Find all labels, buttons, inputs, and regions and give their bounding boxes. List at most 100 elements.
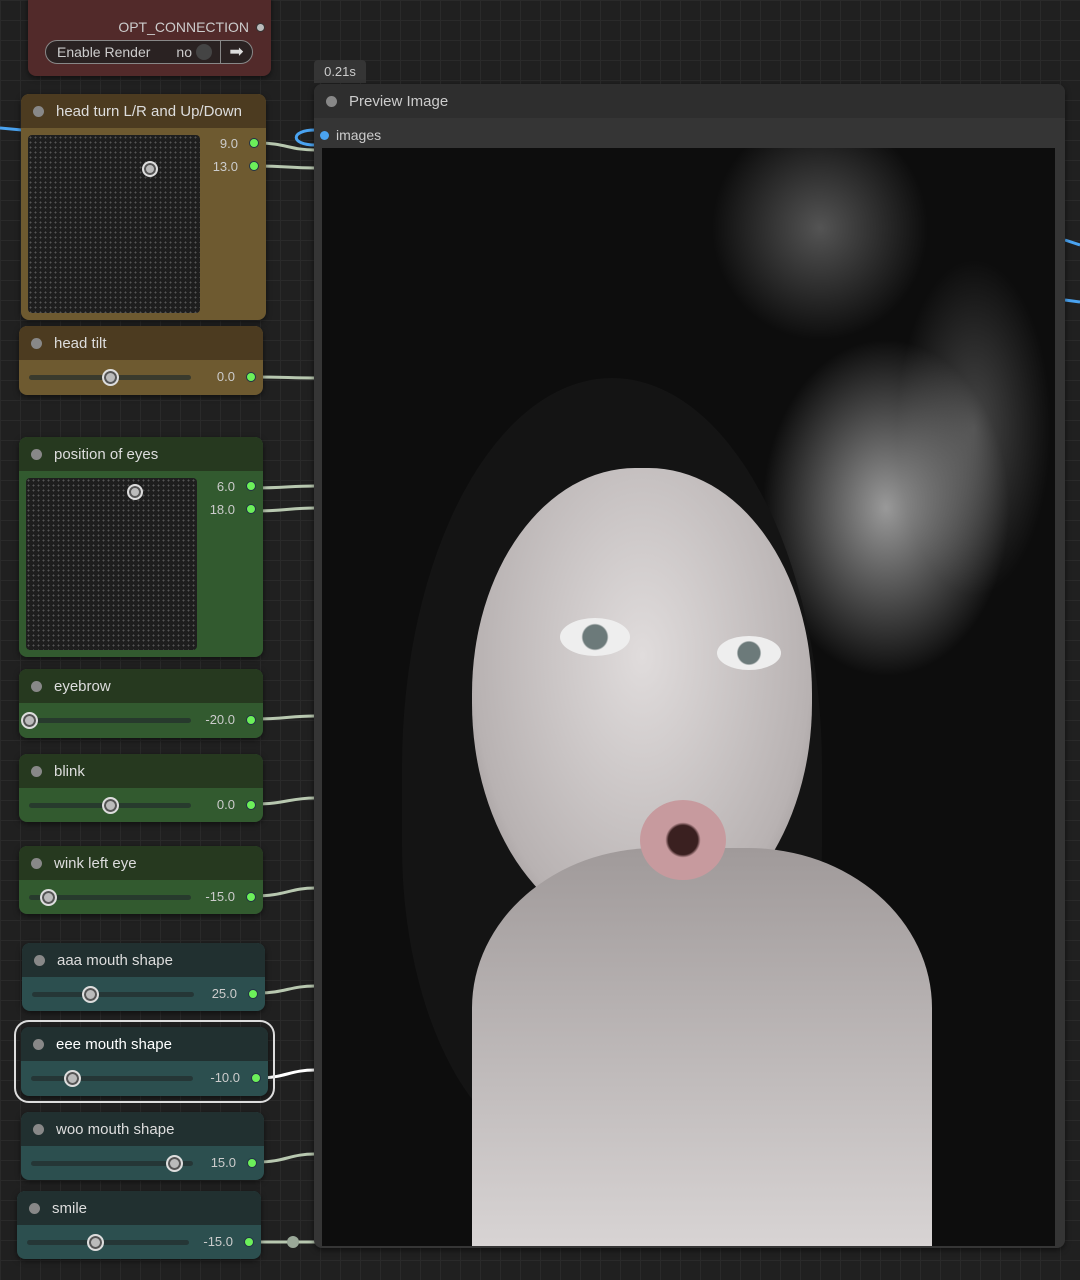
node-title: wink left eye [54,854,137,872]
input-slot-dot[interactable] [320,130,329,140]
enable-render-toggle[interactable]: Enable Render no ➡ [45,40,253,64]
node-head-turn[interactable]: head turn L/R and Up/Down 9.0 13.0 [21,94,266,320]
slider-handle[interactable] [40,889,58,906]
toggle-knob[interactable] [196,44,212,60]
collapse-dot[interactable] [34,954,45,966]
slider-handle[interactable] [102,797,119,814]
collapse-dot[interactable] [31,337,42,349]
output-slot-dot[interactable] [246,892,256,902]
output-slot-dot[interactable] [246,504,256,514]
slider-handle[interactable] [165,1155,183,1172]
node-title: smile [52,1199,88,1217]
node-smile[interactable]: smile -15.0 [17,1191,261,1259]
collapse-dot[interactable] [31,765,42,777]
output-slot-dot[interactable] [246,372,256,382]
output-slot-dot[interactable] [246,800,256,810]
slider-handle[interactable] [82,986,100,1003]
node-title-bar[interactable]: blink [19,754,263,788]
output-slot-dot[interactable] [246,481,256,491]
output-slot-dot[interactable] [249,161,259,171]
output-label: OPT_CONNECTION [118,19,249,35]
xy-pad-handle[interactable] [142,160,159,177]
node-title-bar[interactable]: position of eyes [19,437,263,471]
slider-row[interactable]: -15.0 [19,880,263,914]
slider-row[interactable]: 25.0 [22,977,265,1011]
node-woo-mouth-shape[interactable]: woo mouth shape 15.0 [21,1112,264,1180]
node-title-bar[interactable]: wink left eye [19,846,263,880]
slider-row[interactable]: -15.0 [17,1225,261,1259]
xy-pad[interactable] [28,135,200,313]
node-title-bar[interactable]: head turn L/R and Up/Down [21,94,266,128]
preview-title-bar[interactable]: Preview Image [314,84,1065,118]
collapse-dot[interactable] [33,105,44,117]
slider-value: -15.0 [205,889,235,904]
node-eee-mouth-shape[interactable]: eee mouth shape -10.0 [14,1020,275,1103]
output-slot-dot[interactable] [248,989,258,999]
xy-pad-handle[interactable] [127,483,144,500]
slider-handle[interactable] [63,1070,81,1087]
node-title: aaa mouth shape [57,951,173,969]
collapse-dot[interactable] [326,95,337,107]
node-title: head tilt [54,334,107,352]
pad-value-y: 18.0 [209,502,235,517]
node-title: eee mouth shape [56,1035,172,1053]
pad-value-x: 6.0 [216,479,235,494]
output-slot-dot[interactable] [249,138,259,148]
node-aaa-mouth-shape[interactable]: aaa mouth shape 25.0 [22,943,265,1011]
slider-track[interactable] [27,1240,189,1245]
neck [472,848,932,1246]
node-position-of-eyes[interactable]: position of eyes 6.0 18.0 [19,437,263,657]
node-eyebrow[interactable]: eyebrow -20.0 [19,669,263,738]
node-title-bar[interactable]: head tilt [19,326,263,360]
slider-track[interactable] [31,1076,193,1081]
pad-value-y: 13.0 [212,159,238,174]
collapse-dot[interactable] [33,1123,44,1135]
eye-left [560,618,630,656]
collapse-dot[interactable] [33,1038,44,1050]
node-title-bar[interactable]: woo mouth shape [21,1112,264,1146]
node-title: head turn L/R and Up/Down [56,102,242,120]
arrow-right-icon[interactable]: ➡ [220,41,252,63]
node-title-bar[interactable]: eyebrow [19,669,263,703]
node-title-bar[interactable]: aaa mouth shape [22,943,265,977]
output-slot-dot[interactable] [244,1237,254,1247]
slider-value: -20.0 [205,712,235,727]
node-title-bar[interactable]: smile [17,1191,261,1225]
timing-badge: 0.21s [314,60,366,83]
opt-connection-node[interactable]: OPT_CONNECTION Enable Render no ➡ [28,0,271,76]
slider-value: 25.0 [211,986,237,1001]
node-head-tilt[interactable]: head tilt 0.0 [19,326,263,395]
node-title: eyebrow [54,677,111,695]
collapse-dot[interactable] [31,680,42,692]
collapse-dot[interactable] [29,1202,40,1214]
toggle-label: Enable Render [57,44,151,60]
opt-connection-output[interactable]: OPT_CONNECTION [118,19,265,35]
slider-row[interactable]: 0.0 [19,360,263,394]
slider-handle[interactable] [87,1234,105,1251]
collapse-dot[interactable] [31,857,42,869]
slider-row[interactable]: -20.0 [19,703,263,737]
slider-value: 0.0 [216,369,235,384]
node-wink-left-eye[interactable]: wink left eye -15.0 [19,846,263,914]
collapse-dot[interactable] [31,448,42,460]
slider-handle[interactable] [102,369,119,386]
output-slot-dot[interactable] [246,715,256,725]
slider-row[interactable]: -10.0 [21,1061,268,1095]
slider-track[interactable] [29,718,191,723]
node-title-bar[interactable]: eee mouth shape [21,1027,268,1061]
node-blink[interactable]: blink 0.0 [19,754,263,822]
output-slot-dot[interactable] [251,1073,261,1083]
output-slot-dot[interactable] [247,1158,257,1168]
slider-row[interactable]: 0.0 [19,788,263,822]
toggle-value: no [176,44,192,60]
xy-pad[interactable] [26,478,197,650]
output-slot-dot[interactable] [256,22,265,32]
slider-track[interactable] [32,992,194,997]
node-title: blink [54,762,85,780]
images-input[interactable]: images [320,127,381,143]
preview-image-node[interactable]: Preview Image images [314,84,1065,1248]
preview-image [322,148,1055,1246]
slider-value: -15.0 [203,1234,233,1249]
slider-handle[interactable] [21,712,38,729]
slider-row[interactable]: 15.0 [21,1146,264,1180]
